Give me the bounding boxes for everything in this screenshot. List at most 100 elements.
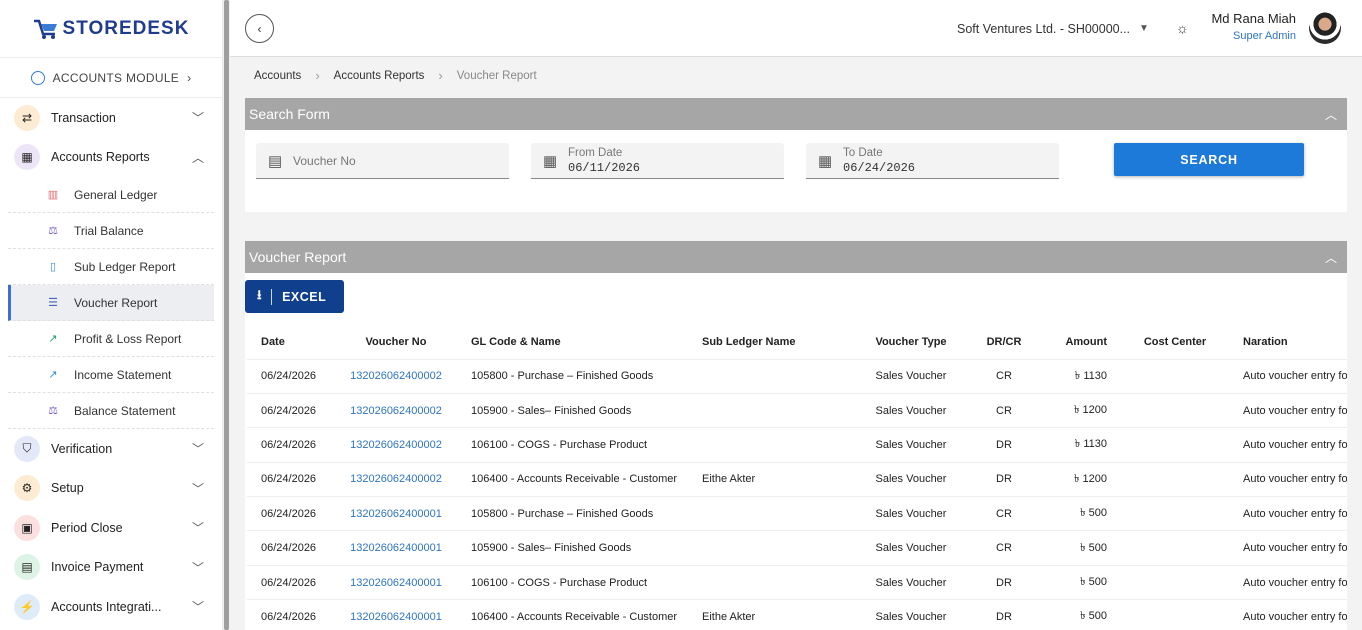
column-header[interactable]: Naration — [1229, 325, 1347, 360]
sidebar-scrollbar[interactable] — [223, 0, 230, 630]
sidebar-item-6[interactable]: ⚡ Accounts Integrati... ﹀ — [0, 587, 222, 627]
to-date-value[interactable]: 06/24/2026 — [843, 161, 915, 175]
table-cell: Sales Voucher — [852, 565, 970, 601]
table-cell — [688, 565, 852, 601]
to-date-field[interactable]: ▦ To Date 06/24/2026 — [806, 143, 1059, 179]
chevron-down-icon[interactable]: ﹀ — [188, 480, 208, 497]
sidebar-subitem-2[interactable]: ▯ Sub Ledger Report — [8, 249, 214, 285]
chevron-down-icon[interactable]: ﹀ — [188, 559, 208, 576]
voucher-link[interactable]: 132026062400001 — [335, 530, 457, 566]
search-button[interactable]: SEARCH — [1114, 143, 1304, 176]
sidebar-item-1[interactable]: ▦ Accounts Reports ︿ — [0, 138, 222, 178]
sidebar-item-0[interactable]: ⇄ Transaction ﹀ — [0, 98, 222, 138]
sidebar-subitem-4[interactable]: ↗ Profit & Loss Report — [8, 321, 214, 357]
voucher-link[interactable]: 132026062400002 — [335, 462, 457, 498]
table-cell: Auto voucher entry for s — [1229, 565, 1347, 601]
notebook-icon: ▯ — [49, 261, 57, 273]
table-cell — [688, 496, 852, 532]
column-header[interactable]: Amount — [1038, 325, 1121, 360]
avatar[interactable] — [1309, 12, 1341, 44]
voucher-report-panel: Voucher Report ︿ ⭳ EXCEL Date Voucher No G… — [245, 241, 1347, 630]
chevron-up-icon[interactable]: ︿ — [1325, 106, 1337, 123]
company-selector[interactable]: Soft Ventures Ltd. - SH00000... — [957, 22, 1130, 36]
table-cell: Sales Voucher — [852, 462, 970, 498]
column-header[interactable]: Date — [247, 325, 335, 360]
voucher-link[interactable]: 132026062400002 — [335, 393, 457, 429]
table-cell: Sales Voucher — [852, 393, 970, 429]
module-label: ACCOUNTS MODULE — [52, 70, 180, 85]
table-cell: 06/24/2026 — [247, 427, 335, 463]
sidebar-subitem-label: Trial Balance — [74, 223, 144, 238]
column-header[interactable]: Voucher No — [335, 325, 457, 360]
table-cell — [688, 530, 852, 566]
table-cell — [688, 427, 852, 463]
sidebar-subitem-1[interactable]: ⚖ Trial Balance — [8, 213, 214, 249]
back-button[interactable]: ‹ — [245, 14, 274, 43]
voucher-link[interactable]: 132026062400001 — [335, 496, 457, 532]
table-cell: DR — [970, 462, 1038, 498]
from-date-value[interactable]: 06/11/2026 — [568, 161, 640, 175]
calendar-icon[interactable]: ▦ — [543, 152, 559, 170]
chevron-up-icon[interactable]: ︿ — [1325, 249, 1337, 266]
table-cell: Auto voucher entry for s — [1229, 427, 1347, 463]
search-form-header[interactable]: Search Form ︿ — [245, 98, 1347, 130]
table-cell: 106400 - Accounts Receivable - Customer — [457, 462, 688, 498]
breadcrumb-item-current: Voucher Report — [456, 69, 537, 82]
sidebar-item-3[interactable]: ⚙ Setup ﹀ — [0, 469, 222, 509]
table-row: 06/24/2026 132026062400001 106100 - COGS -… — [247, 565, 1347, 601]
scrollbar-thumb[interactable] — [224, 0, 229, 630]
calendar-icon: ▣ — [14, 514, 40, 541]
voucher-link[interactable]: 132026062400002 — [335, 427, 457, 463]
sidebar-item-4[interactable]: ▣ Period Close ﹀ — [0, 508, 222, 548]
table-cell: ৳ 500 — [1038, 496, 1121, 532]
table-cell: ৳ 500 — [1038, 530, 1121, 566]
plug-icon: ⚡ — [14, 593, 40, 620]
table-cell — [1121, 530, 1229, 566]
chevron-down-icon[interactable]: ﹀ — [188, 109, 208, 126]
sidebar-subitem-6[interactable]: ⚖ Balance Statement — [8, 393, 214, 429]
trend-icon: ↗ — [48, 333, 58, 345]
sidebar-subitem-3[interactable]: ☰ Voucher Report — [8, 285, 214, 321]
sidebar-subitem-5[interactable]: ↗ Income Statement — [8, 357, 214, 393]
voucher-link[interactable]: 132026062400002 — [335, 359, 457, 394]
excel-export-button[interactable]: ⭳ EXCEL — [245, 280, 344, 313]
sidebar-item-2[interactable]: ⛉ Verification ﹀ — [0, 429, 222, 469]
table-cell: ৳ 1130 — [1038, 427, 1121, 463]
sidebar-subitem-label: Voucher Report — [74, 295, 158, 310]
module-switcher[interactable]: ACCOUNTS MODULE › — [0, 58, 222, 98]
table-row: 06/24/2026 132026062400001 106400 - Accoun… — [247, 599, 1347, 630]
column-header[interactable]: Voucher Type — [852, 325, 970, 360]
column-header[interactable]: DR/CR — [970, 325, 1038, 360]
from-date-field[interactable]: ▦ From Date 06/11/2026 — [531, 143, 784, 179]
chevron-up-icon[interactable]: ︿ — [188, 149, 208, 166]
chevron-down-icon[interactable]: ﹀ — [188, 519, 208, 536]
table-cell — [688, 359, 852, 394]
column-header[interactable]: GL Code & Name — [457, 325, 688, 360]
sidebar-item-5[interactable]: ▤ Invoice Payment ﹀ — [0, 548, 222, 588]
table-cell: Eithe Akter — [688, 599, 852, 630]
table-cell: 106100 - COGS - Purchase Product — [457, 427, 688, 463]
column-header[interactable]: Cost Center — [1121, 325, 1229, 360]
sidebar: STOREDESK ACCOUNTS MODULE › ⇄ Transaction… — [0, 0, 223, 630]
breadcrumb-item-accounts[interactable]: Accounts — [254, 70, 301, 82]
table-cell: 06/24/2026 — [247, 462, 335, 498]
sidebar-subitem-label: Profit & Loss Report — [74, 331, 182, 346]
voucher-report-header[interactable]: Voucher Report ︿ — [245, 241, 1347, 273]
table-cell — [1121, 359, 1229, 394]
breadcrumb-item-accounts-reports[interactable]: Accounts Reports — [334, 70, 425, 82]
voucher-no-input[interactable]: ▤ Voucher No — [256, 143, 509, 179]
sun-icon[interactable]: ☼ — [1176, 20, 1189, 36]
voucher-link[interactable]: 132026062400001 — [335, 565, 457, 601]
sidebar-subitem-0[interactable]: ▥ General Ledger — [8, 177, 214, 213]
caret-down-icon[interactable]: ▼ — [1139, 23, 1149, 34]
chevron-down-icon[interactable]: ﹀ — [188, 598, 208, 615]
chevron-down-icon[interactable]: ﹀ — [188, 440, 208, 457]
table-cell — [1121, 565, 1229, 601]
calendar-icon[interactable]: ▦ — [818, 152, 834, 170]
trend-icon: ↗ — [48, 369, 58, 381]
logo[interactable]: STOREDESK — [0, 0, 222, 58]
voucher-link[interactable]: 132026062400001 — [335, 599, 457, 630]
table-cell: ৳ 1200 — [1038, 462, 1121, 498]
user-name[interactable]: Md Rana Miah — [1211, 11, 1296, 26]
column-header[interactable]: Sub Ledger Name — [688, 325, 852, 360]
